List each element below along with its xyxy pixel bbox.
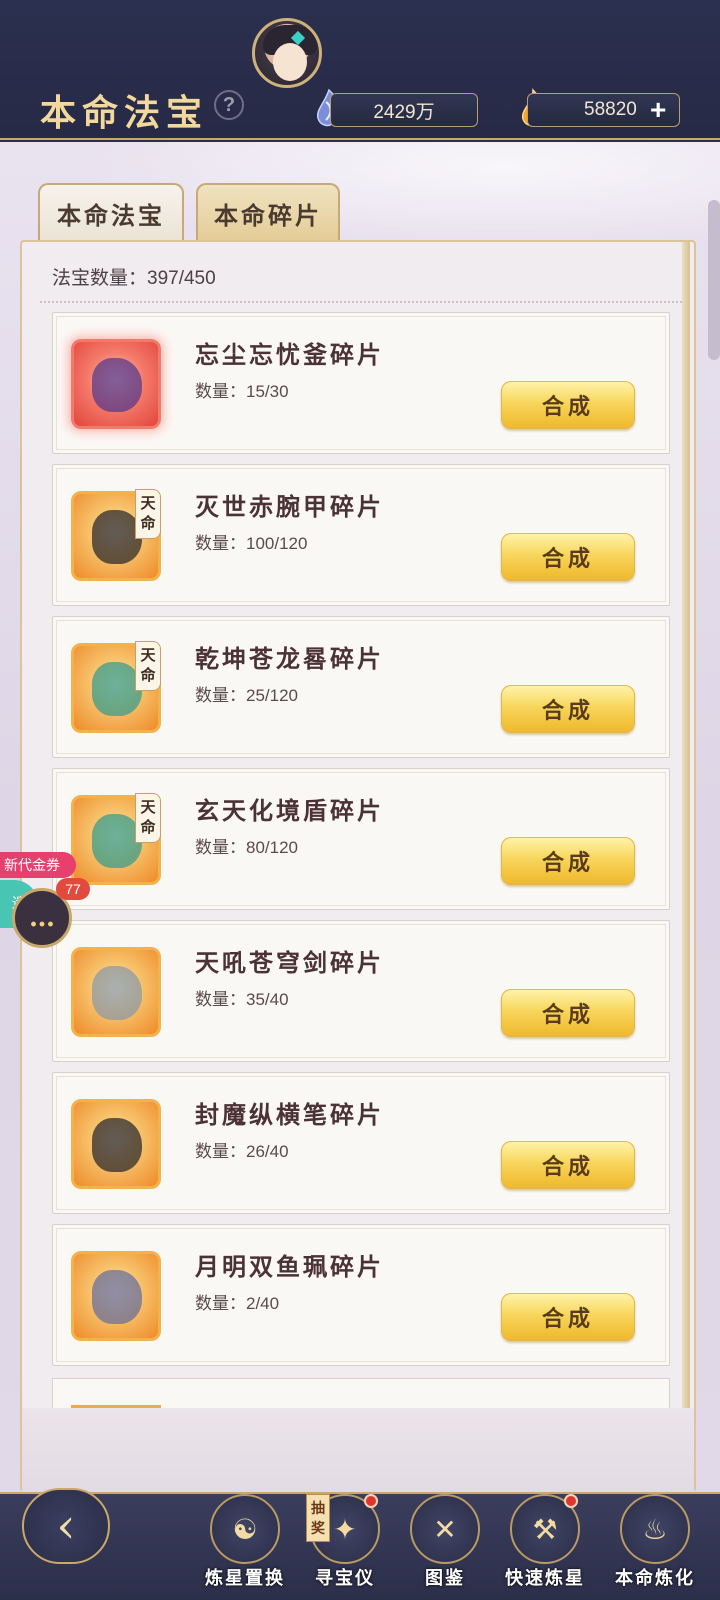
fragment-icon-brush[interactable] <box>71 1099 161 1189</box>
nav-label: 图鉴 <box>425 1568 465 1589</box>
list-item: 天命 玄天化境盾碎片 数量：80/120 合成 <box>52 768 670 910</box>
item-name: 灭世赤腕甲碎片 <box>195 492 384 521</box>
nav-refine-treasure[interactable]: ♨ 本命炼化 <box>610 1494 700 1600</box>
fragment-icon-cauldron[interactable] <box>71 339 161 429</box>
item-count: 数量：2/40 <box>195 1294 280 1313</box>
list-item-partial <box>52 1378 670 1408</box>
compose-button[interactable]: 合成 <box>501 381 635 429</box>
page-title: 本命法宝 <box>40 92 209 134</box>
item-count: 数量：25/120 <box>195 686 298 705</box>
sword-icon <box>92 966 142 1020</box>
compose-button[interactable]: 合成 <box>501 989 635 1037</box>
scrollbar[interactable] <box>708 200 720 360</box>
list-item: 天命 乾坤苍龙晷碎片 数量：25/120 合成 <box>52 616 670 758</box>
tianming-tag: 天命 <box>135 641 161 691</box>
notification-badge: 77 <box>56 878 90 900</box>
tianming-tag: 天命 <box>135 489 161 539</box>
item-name: 玄天化境盾碎片 <box>195 796 384 825</box>
cauldron-icon <box>92 358 142 412</box>
item-count: 数量：26/40 <box>195 1142 289 1161</box>
tab-fragments[interactable]: 本命碎片 <box>196 183 340 241</box>
list-item: 封魔纵横笔碎片 数量：26/40 合成 <box>52 1072 670 1214</box>
fragment-icon-pendant[interactable] <box>71 1251 161 1341</box>
compose-button[interactable]: 合成 <box>501 1141 635 1189</box>
nav-treasure-finder[interactable]: ✦ 抽奖 寻宝仪 <box>300 1494 390 1600</box>
nav-label: 快速炼星 <box>505 1568 585 1589</box>
back-arrow-icon[interactable]: ‹ <box>22 1488 110 1564</box>
nav-star-swap[interactable]: ☯ 炼星置换 <box>200 1494 290 1600</box>
nav-quick-refine[interactable]: ⚒ 快速炼星 <box>500 1494 590 1600</box>
swirl-icon: ☯ <box>210 1494 280 1564</box>
compose-button[interactable]: 合成 <box>501 1293 635 1341</box>
red-dot-icon <box>364 1494 378 1508</box>
avatar-face <box>273 43 307 81</box>
book-icon: ✕ <box>410 1494 480 1564</box>
nav-label: 炼星置换 <box>205 1568 285 1589</box>
lottery-tag: 抽奖 <box>306 1494 330 1542</box>
pendant-icon <box>92 1270 142 1324</box>
treasure-count: 法宝数量：397/450 <box>52 268 216 289</box>
divider <box>40 301 682 303</box>
list-item: 天吼苍穹剑碎片 数量：35/40 合成 <box>52 920 670 1062</box>
item-name: 月明双鱼珮碎片 <box>195 1252 384 1281</box>
brush-icon <box>92 1118 142 1172</box>
voucher-promo-tag[interactable]: 新代金券 <box>0 852 76 878</box>
item-name: 封魔纵横笔碎片 <box>195 1100 384 1129</box>
fragment-icon-sword[interactable] <box>71 947 161 1037</box>
list-item: 天命 灭世赤腕甲碎片 数量：100/120 合成 <box>52 464 670 606</box>
nav-label: 寻宝仪 <box>315 1568 375 1589</box>
item-name: 天吼苍穹剑碎片 <box>195 948 384 977</box>
tianming-tag: 天命 <box>135 793 161 843</box>
add-currency-button[interactable]: + <box>650 96 666 124</box>
item-count: 数量：35/40 <box>195 990 289 1009</box>
list-item: 忘尘忘忧釜碎片 数量：15/30 合成 <box>52 312 670 454</box>
header: 本命法宝 ? 2429万 58820 + <box>0 0 720 140</box>
item-count: 数量：15/30 <box>195 382 289 401</box>
help-icon[interactable]: ? <box>214 90 244 120</box>
list-item: 月明双鱼珮碎片 数量：2/40 合成 <box>52 1224 670 1366</box>
item-count: 数量：80/120 <box>195 838 298 857</box>
item-name: 忘尘忘忧釜碎片 <box>195 340 384 369</box>
item-count: 数量：100/120 <box>195 534 308 553</box>
currency-spirit-value: 2429万 <box>330 93 478 127</box>
item-name: 乾坤苍龙晷碎片 <box>195 644 384 673</box>
compose-button[interactable]: 合成 <box>501 533 635 581</box>
compose-button[interactable]: 合成 <box>501 685 635 733</box>
nav-codex[interactable]: ✕ 图鉴 <box>400 1494 490 1600</box>
red-dot-icon <box>564 1494 578 1508</box>
panel-bottom <box>22 1408 694 1492</box>
cauldron-icon: ♨ <box>620 1494 690 1564</box>
avatar[interactable] <box>252 18 322 88</box>
tab-treasure[interactable]: 本命法宝 <box>38 183 184 241</box>
nav-label: 本命炼化 <box>615 1568 695 1589</box>
compose-button[interactable]: 合成 <box>501 837 635 885</box>
